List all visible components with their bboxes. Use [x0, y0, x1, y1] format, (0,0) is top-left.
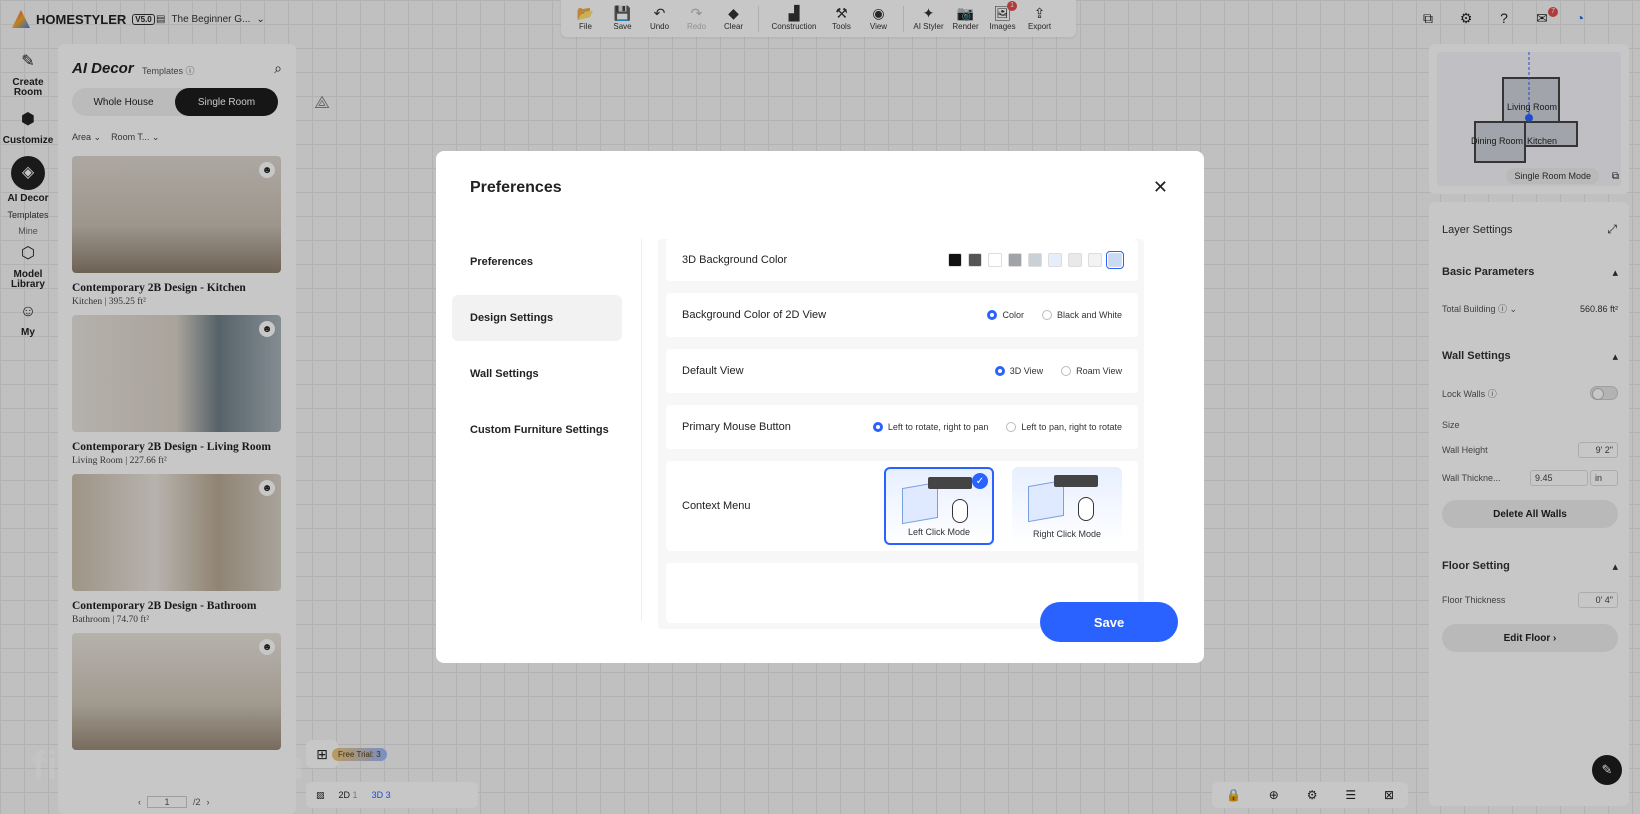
radio-color[interactable]: Color	[987, 310, 1024, 320]
color-swatch[interactable]	[948, 253, 962, 267]
close-icon[interactable]: ✕	[1153, 177, 1168, 198]
setting-default-view: Default View 3D View Roam View	[666, 349, 1138, 393]
color-swatch[interactable]	[1028, 253, 1042, 267]
color-swatch[interactable]	[988, 253, 1002, 267]
right-click-mode-card[interactable]: Right Click Mode	[1012, 467, 1122, 545]
setting-2d-background: Background Color of 2D View Color Black a…	[666, 293, 1138, 337]
save-button[interactable]: Save	[1040, 602, 1178, 642]
radio-left-rotate[interactable]: Left to rotate, right to pan	[872, 422, 988, 432]
radio-left-pan[interactable]: Left to pan, right to rotate	[1006, 422, 1122, 432]
color-swatch[interactable]	[968, 253, 982, 267]
radio-3d-view[interactable]: 3D View	[994, 366, 1043, 376]
setting-primary-mouse: Primary Mouse Button Left to rotate, rig…	[666, 405, 1138, 449]
dialog-title: Preferences	[470, 179, 562, 196]
radio-black-white[interactable]: Black and White	[1041, 310, 1122, 320]
check-icon: ✓	[972, 473, 988, 489]
color-swatch[interactable]	[1048, 253, 1062, 267]
setting-context-menu: Context Menu ✓ Left Click Mode Right Clic…	[666, 461, 1138, 551]
color-swatches	[948, 251, 1124, 269]
divider	[641, 239, 642, 621]
left-click-mode-card[interactable]: ✓ Left Click Mode	[884, 467, 994, 545]
nav-preferences[interactable]: Preferences	[452, 239, 622, 285]
app: HOMESTYLER V5.0 ▤ The Beginner G... ⌄ 📂 F…	[0, 0, 1640, 814]
nav-custom-furniture-settings[interactable]: Custom Furniture Settings	[452, 407, 622, 453]
color-swatch[interactable]	[1008, 253, 1022, 267]
preferences-dialog: Preferences ✕ Preferences Design Setting…	[436, 151, 1204, 663]
nav-wall-settings[interactable]: Wall Settings	[452, 351, 622, 397]
color-swatch[interactable]	[1088, 253, 1102, 267]
setting-3d-background: 3D Background Color	[666, 239, 1138, 281]
color-swatch[interactable]	[1106, 251, 1124, 269]
nav-design-settings[interactable]: Design Settings	[452, 295, 622, 341]
radio-roam-view[interactable]: Roam View	[1061, 366, 1122, 376]
color-swatch[interactable]	[1068, 253, 1082, 267]
preferences-nav: Preferences Design Settings Wall Setting…	[452, 239, 622, 463]
settings-scroll-area[interactable]: 3D Background Color Background Color of …	[658, 239, 1144, 629]
